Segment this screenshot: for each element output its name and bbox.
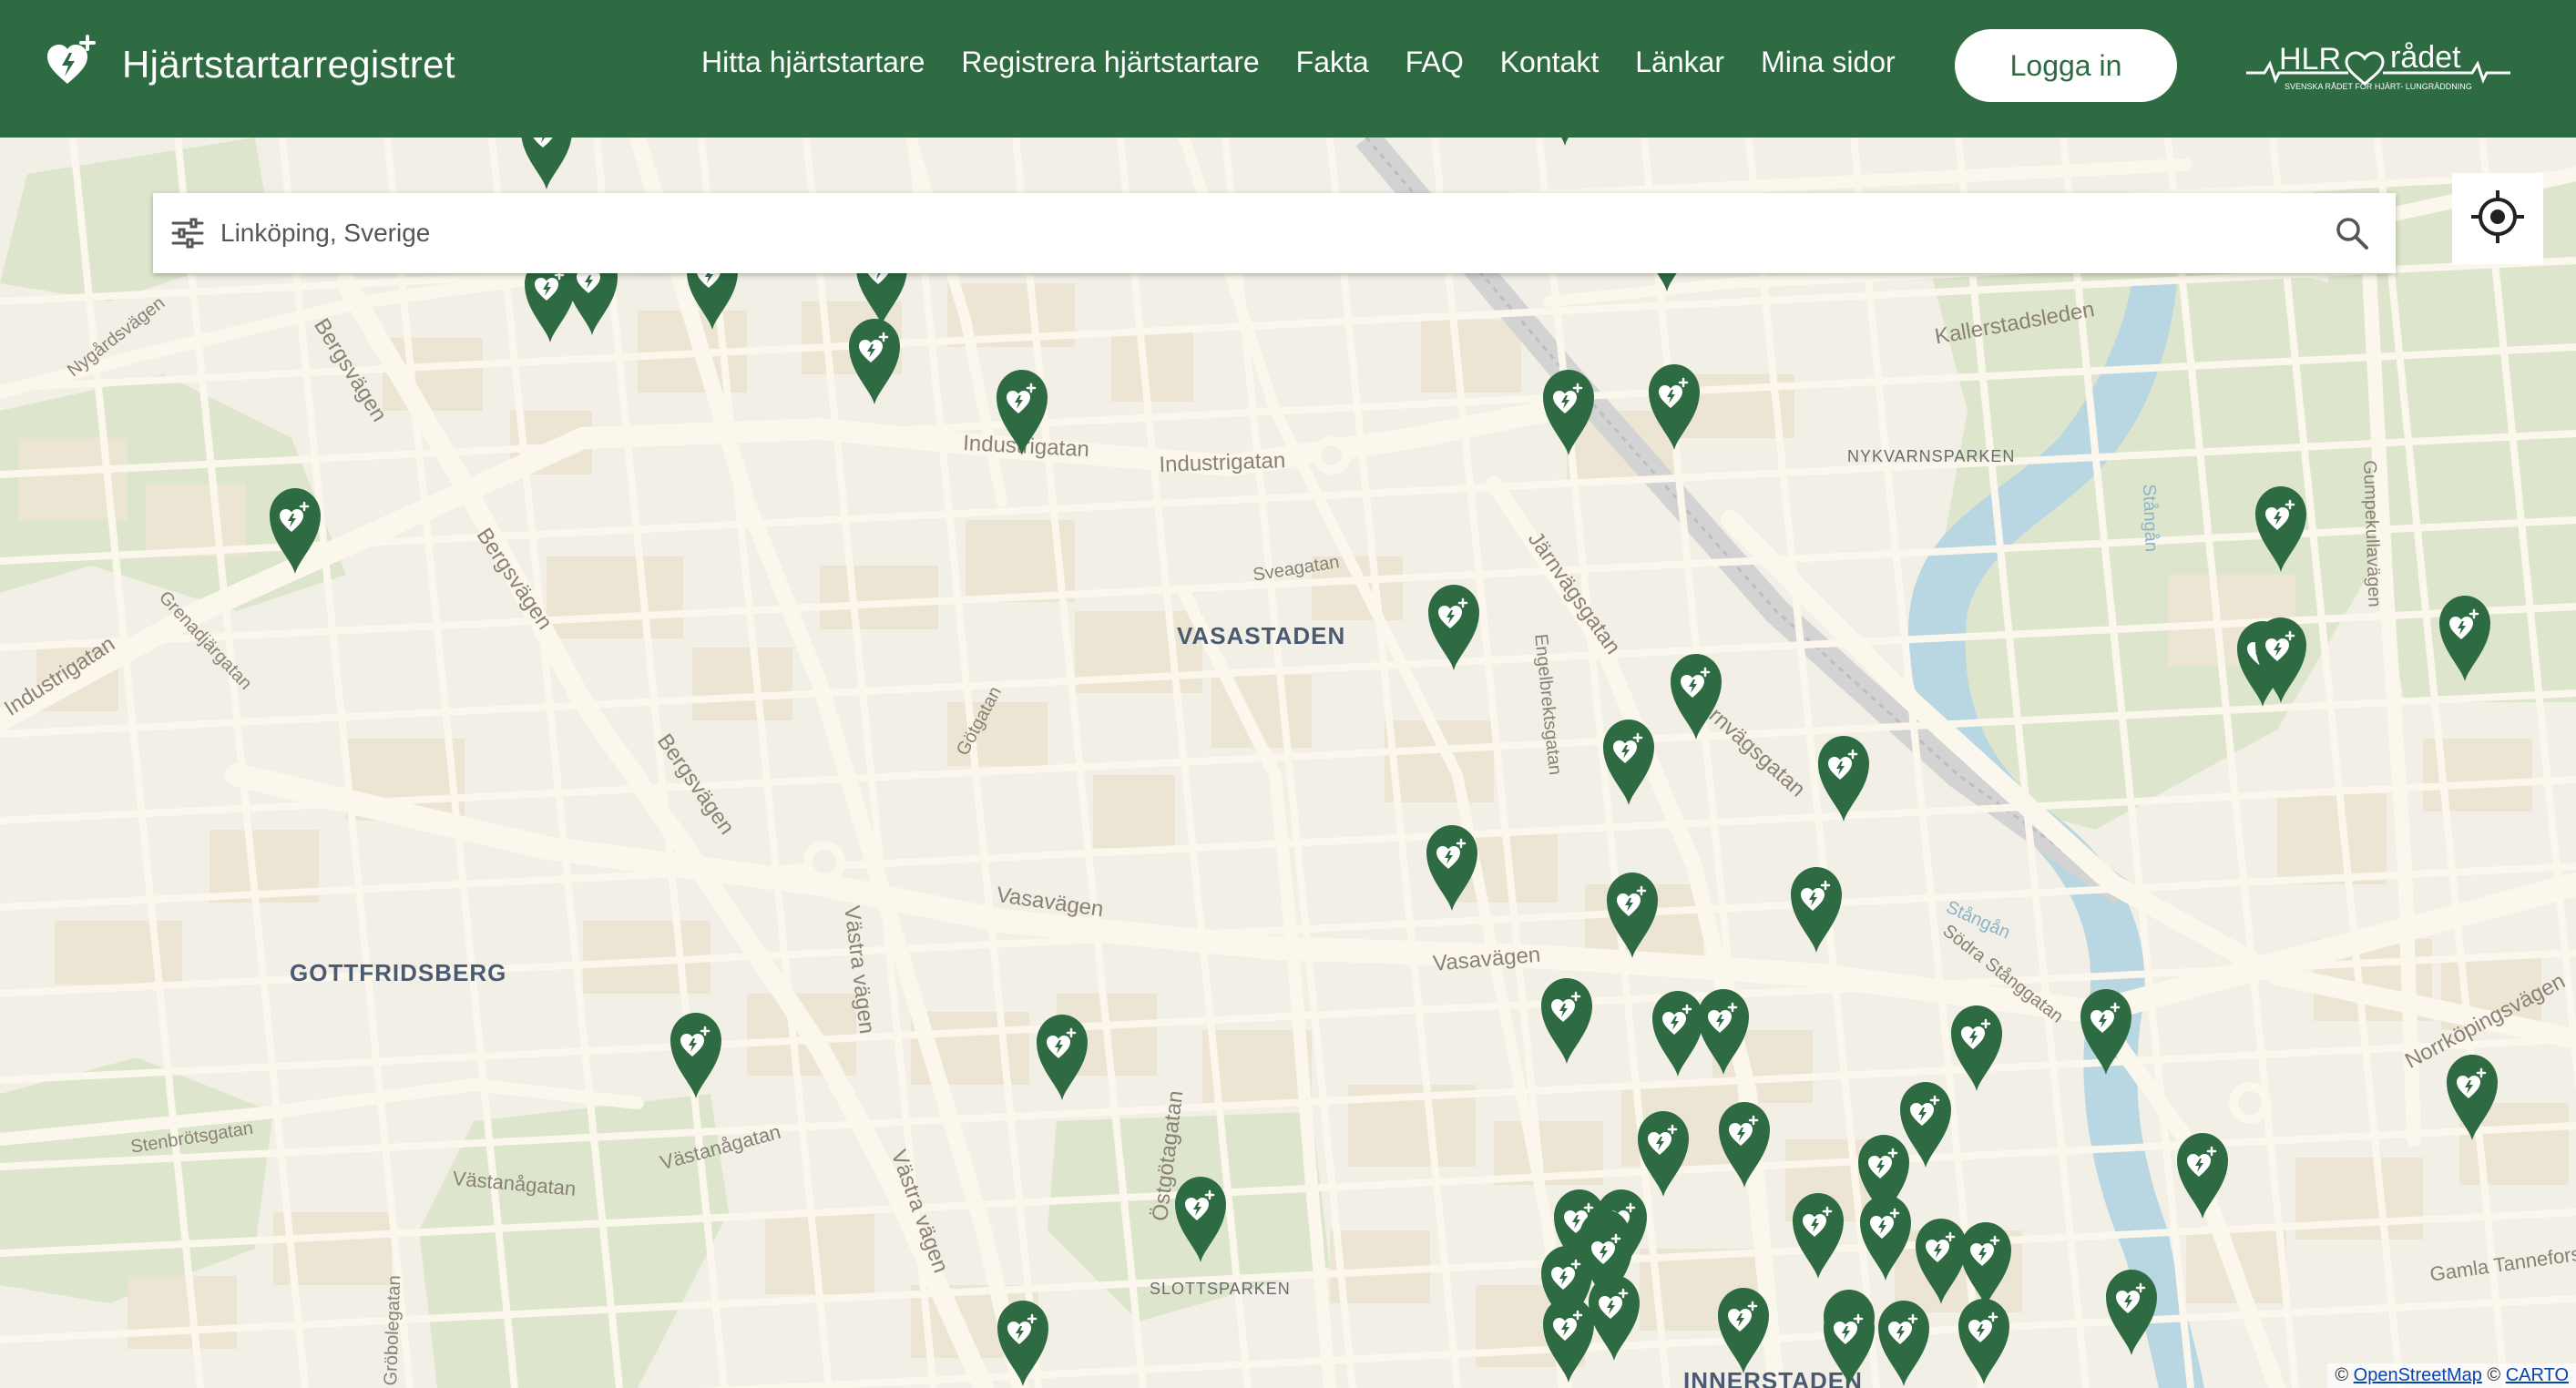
street-label: Industrigatan [1159, 448, 1286, 477]
building-block [128, 1276, 237, 1349]
water-label: Stångån [2139, 484, 2162, 553]
aed-marker-icon[interactable] [1814, 732, 1873, 823]
building-block [1421, 320, 1521, 393]
site-title: Hjärtstartarregistret [122, 42, 455, 86]
aed-marker-icon[interactable] [1645, 361, 1703, 452]
aed-marker-icon[interactable] [1820, 1297, 1878, 1388]
aed-marker-icon[interactable] [1425, 581, 1483, 672]
aed-marker-icon[interactable] [266, 485, 324, 576]
building-block [692, 648, 792, 720]
roundabout [2229, 1082, 2271, 1124]
building-block [1093, 775, 1175, 848]
building-block [55, 921, 182, 985]
map-attribution: © OpenStreetMap © CARTO [2327, 1363, 2576, 1388]
district-label-gottfridsberg: GOTTFRIDSBERG [290, 959, 507, 986]
aed-marker-icon[interactable] [1539, 366, 1598, 457]
aed-marker-icon[interactable] [1715, 1098, 1774, 1189]
aed-marker-icon[interactable] [2436, 592, 2494, 683]
park-area [0, 1057, 273, 1303]
search-icon[interactable] [2326, 208, 2377, 259]
aed-marker-icon[interactable] [1171, 1173, 1230, 1264]
building-block [820, 566, 938, 629]
aed-marker-icon[interactable] [2173, 1129, 2232, 1220]
aed-marker-icon[interactable] [2252, 614, 2310, 705]
aed-marker-icon[interactable] [1423, 822, 1481, 913]
nav-kontakt[interactable]: Kontakt [1500, 46, 1600, 79]
location-search-input[interactable] [219, 218, 2326, 249]
svg-text:HLR: HLR [2279, 42, 2341, 77]
locate-me-button[interactable] [2452, 173, 2543, 264]
building-block [1111, 329, 1193, 402]
app: Hjärtstartarregistret Hitta hjärtstartar… [0, 0, 2576, 1388]
map[interactable]: VASASTADEN GOTTFRIDSBERG INNERSTADEN NYK… [0, 138, 2576, 1388]
roundabout [803, 841, 845, 883]
aed-marker-icon[interactable] [993, 366, 1051, 457]
svg-text:rådet: rådet [2390, 40, 2461, 75]
aed-marker-icon[interactable] [1694, 985, 1753, 1077]
aed-marker-icon[interactable] [2102, 1266, 2161, 1357]
aed-marker-icon[interactable] [1856, 1191, 1915, 1282]
main-nav: Hitta hjärtstartare Registrera hjärtstar… [701, 46, 1896, 79]
nav-fakta[interactable]: Fakta [1296, 46, 1369, 79]
building-block [547, 556, 683, 638]
hlr-radet-logo[interactable]: HLR rådet SVENSKA RÅDET FÖR HJÄRT- LUNGR… [2246, 36, 2510, 100]
aed-marker-icon[interactable] [1875, 1297, 1933, 1388]
aed-marker-icon[interactable] [845, 315, 904, 406]
aed-marker-icon[interactable] [1789, 1189, 1847, 1281]
svg-text:SVENSKA RÅDET FÖR HJÄRT- LUNGR: SVENSKA RÅDET FÖR HJÄRT- LUNGRÄDDNING [2285, 82, 2472, 91]
nav-lankar[interactable]: Länkar [1635, 46, 1724, 79]
nav-registrera-hjartstartare[interactable]: Registrera hjärtstartare [961, 46, 1259, 79]
aed-marker-icon[interactable] [1536, 138, 1594, 148]
nav-mina-sidor[interactable]: Mina sidor [1761, 46, 1896, 79]
building-block [2277, 793, 2387, 884]
aed-marker-icon[interactable] [1787, 863, 1845, 954]
aed-marker-icon[interactable] [2252, 483, 2310, 574]
carto-link[interactable]: CARTO [2506, 1365, 2569, 1385]
aed-marker-icon[interactable] [1955, 1295, 2013, 1386]
search-bar [153, 193, 2396, 273]
aed-marker-icon[interactable] [1667, 650, 1725, 741]
aed-marker-icon[interactable] [1539, 1293, 1598, 1384]
aed-marker-icon[interactable] [1634, 1107, 1692, 1199]
building-block [146, 484, 246, 556]
home-logo-link[interactable]: Hjärtstartarregistret [44, 35, 455, 94]
aed-marker-icon[interactable] [1033, 1011, 1091, 1102]
aed-marker-icon[interactable] [667, 1009, 725, 1100]
street-label: Gröbolegatan [381, 1274, 405, 1386]
district-label-vasastaden: VASASTADEN [1177, 622, 1346, 649]
site-header: Hjärtstartarregistret Hitta hjärtstartar… [0, 0, 2576, 138]
roundabout [1313, 436, 1351, 475]
aed-marker-icon[interactable] [1538, 975, 1596, 1066]
aed-marker-icon[interactable] [1714, 1284, 1773, 1375]
osm-link[interactable]: OpenStreetMap [2354, 1365, 2482, 1385]
heart-aed-logo-icon [44, 35, 98, 94]
nav-hitta-hjartstartare[interactable]: Hitta hjärtstartare [701, 46, 925, 79]
aed-marker-icon[interactable] [994, 1297, 1052, 1388]
crosshair-icon [2471, 189, 2524, 248]
aed-marker-icon[interactable] [2443, 1051, 2501, 1142]
login-button[interactable]: Logga in [1955, 29, 2177, 102]
aed-marker-icon[interactable] [517, 138, 576, 191]
nav-faq[interactable]: FAQ [1406, 46, 1464, 79]
aed-marker-icon[interactable] [2077, 985, 2135, 1077]
aed-marker-icon[interactable] [1600, 716, 1658, 807]
sliders-icon[interactable] [166, 211, 210, 255]
aed-marker-icon[interactable] [1947, 1002, 2006, 1093]
park-label-slottsparken: SLOTTSPARKEN [1150, 1280, 1291, 1298]
park-label-nykvarnsparken: NYKVARNSPARKEN [1847, 447, 2016, 465]
aed-marker-icon[interactable] [1603, 869, 1661, 960]
